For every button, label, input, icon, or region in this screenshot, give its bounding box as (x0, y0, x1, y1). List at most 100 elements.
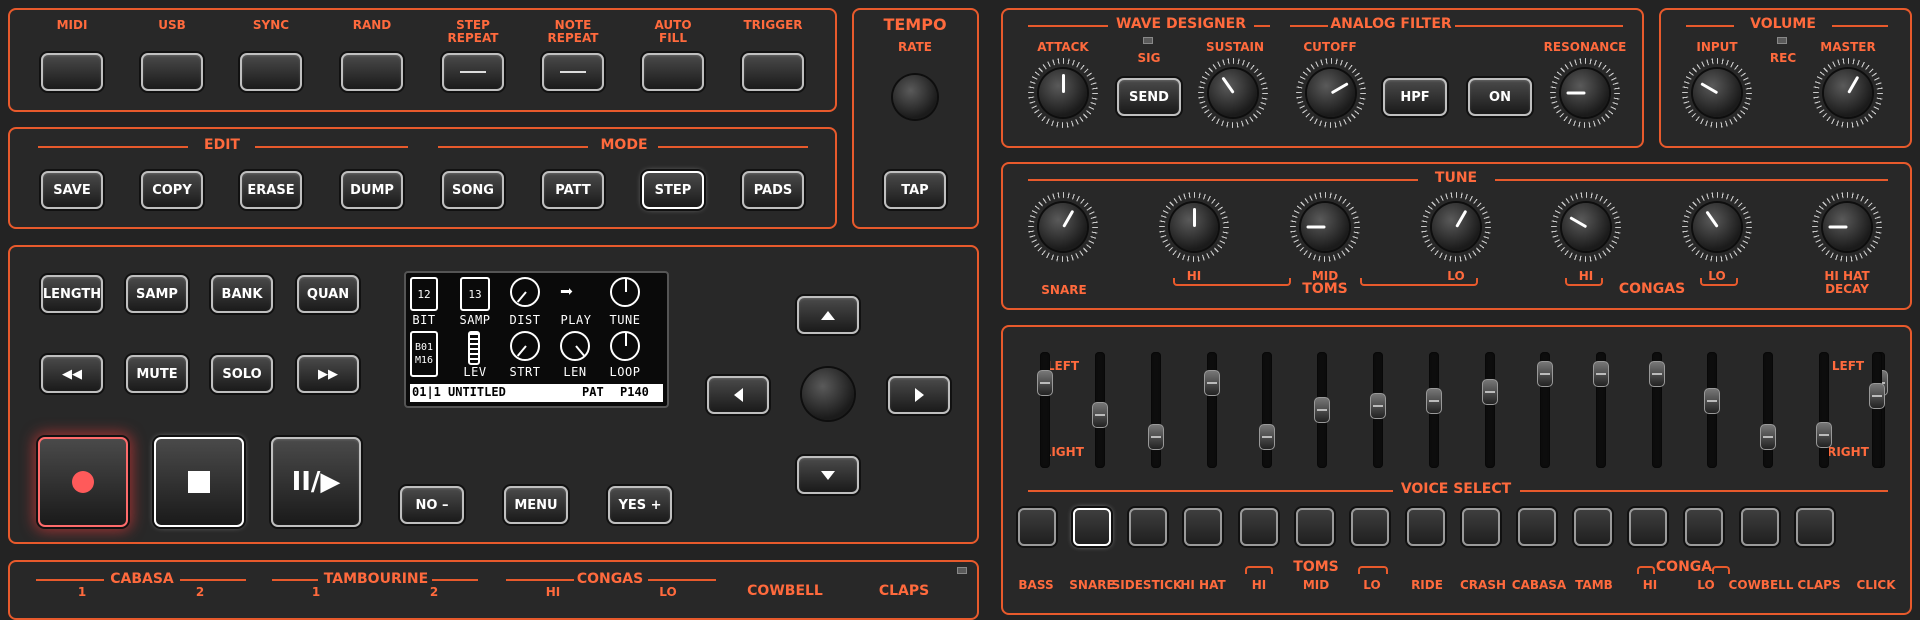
hpf-button[interactable]: HPF (1383, 78, 1447, 116)
voice-pad[interactable] (1462, 508, 1500, 546)
voice-pad[interactable] (1685, 508, 1723, 546)
pan-fader-cap[interactable] (1482, 379, 1498, 405)
top-button-2[interactable] (240, 53, 302, 91)
top-button-1[interactable] (141, 53, 203, 91)
stop-button[interactable] (154, 437, 244, 527)
voice-pad[interactable] (1518, 508, 1556, 546)
toms-voice-bracket-left (1245, 566, 1273, 574)
voice-pad[interactable] (1351, 508, 1389, 546)
copy-button[interactable]: COPY (141, 171, 203, 209)
tap-button[interactable]: TAP (884, 171, 946, 209)
pan-fader-cap[interactable] (1148, 424, 1164, 450)
conga-voice-bracket-right (1712, 566, 1730, 574)
send-button[interactable]: SEND (1117, 78, 1181, 116)
voice-pad[interactable] (1240, 508, 1278, 546)
sustain-knob[interactable] (1198, 58, 1268, 128)
no-button[interactable]: NO – (400, 486, 464, 524)
play-label: PLAY (560, 313, 592, 327)
voice-pad[interactable] (1129, 508, 1167, 546)
voice-pad[interactable] (1296, 508, 1334, 546)
pan-fader-cap[interactable] (1593, 361, 1609, 387)
congas-bracket-left (1565, 278, 1603, 286)
top-button-3[interactable] (341, 53, 403, 91)
pan-fader-cap[interactable] (1204, 370, 1220, 396)
edit-divider-right (255, 146, 408, 148)
rec-led (1777, 37, 1787, 44)
top-button-5[interactable] (542, 53, 604, 91)
resonance-knob[interactable] (1550, 58, 1620, 128)
top-button-4[interactable] (442, 53, 504, 91)
input-knob[interactable] (1682, 58, 1752, 128)
rewind-button[interactable]: ◀◀ (41, 355, 103, 393)
mode-section-label: MODE (600, 137, 648, 153)
toms-bracket-left (1173, 278, 1291, 286)
top-button-6[interactable] (642, 53, 704, 91)
top-button-0[interactable] (41, 53, 103, 91)
nav-right-button[interactable] (888, 376, 950, 414)
wave-line-left (1028, 25, 1108, 27)
pan-fader-track (1037, 352, 1053, 468)
toms-hi-tune-knob[interactable] (1159, 192, 1229, 262)
attack-knob[interactable] (1028, 58, 1098, 128)
strt-dial (510, 331, 540, 361)
pan-fader-cap[interactable] (1537, 361, 1553, 387)
voice-pad[interactable] (1018, 508, 1056, 546)
voice-pad[interactable] (1574, 508, 1612, 546)
voice-pad[interactable] (1741, 508, 1779, 546)
master-knob[interactable] (1813, 58, 1883, 128)
pan-fader-track (1426, 352, 1442, 468)
voice-pad[interactable] (1184, 508, 1222, 546)
toms-lo-tune-knob[interactable] (1421, 192, 1491, 262)
nav-down-button[interactable] (797, 456, 859, 494)
congas-hi-tune-knob[interactable] (1551, 192, 1621, 262)
pan-fader-track (1148, 352, 1164, 468)
voice-pad[interactable] (1073, 508, 1111, 546)
voice-label: CLICK (1856, 578, 1896, 592)
samp-button[interactable]: SAMP (126, 275, 188, 313)
mute-button[interactable]: MUTE (126, 355, 188, 393)
bank-button[interactable]: BANK (211, 275, 273, 313)
pan-fader-cap[interactable] (1037, 370, 1053, 396)
voice-pad[interactable] (1629, 508, 1667, 546)
pan-fader-cap[interactable] (1704, 388, 1720, 414)
voice-pad[interactable] (1796, 508, 1834, 546)
congas-lo-tune-knob[interactable] (1682, 192, 1752, 262)
solo-button[interactable]: SOLO (211, 355, 273, 393)
top-button-7[interactable] (742, 53, 804, 91)
rate-knob[interactable] (886, 68, 944, 126)
fast-forward-button[interactable]: ▶▶ (297, 355, 359, 393)
pause-play-button[interactable]: II/▶ (271, 437, 361, 527)
pan-fader-cap[interactable] (1259, 424, 1275, 450)
step-button[interactable]: STEP (642, 171, 704, 209)
cutoff-knob[interactable] (1296, 58, 1366, 128)
length-button[interactable]: LENGTH (41, 275, 103, 313)
toms-mid-tune-knob[interactable] (1290, 192, 1360, 262)
save-button[interactable]: SAVE (41, 171, 103, 209)
pan-fader-cap[interactable] (1426, 388, 1442, 414)
menu-button[interactable]: MENU (504, 486, 568, 524)
dump-button[interactable]: DUMP (341, 171, 403, 209)
nav-left-button[interactable] (707, 376, 769, 414)
record-button[interactable] (38, 437, 128, 527)
pan-fader-cap[interactable] (1314, 397, 1330, 423)
nav-up-button[interactable] (797, 296, 859, 334)
song-button[interactable]: SONG (442, 171, 504, 209)
pan-fader-cap[interactable] (1760, 424, 1776, 450)
quan-button[interactable]: QUAN (297, 275, 359, 313)
pan-fader-cap[interactable] (1370, 393, 1386, 419)
pads-button[interactable]: PADS (742, 171, 804, 209)
hihat-decay-knob[interactable] (1812, 192, 1882, 262)
filter-on-button[interactable]: ON (1468, 78, 1532, 116)
pan-fader-cap[interactable] (1092, 402, 1108, 428)
yes-button[interactable]: YES + (608, 486, 672, 524)
resonance-label: RESONANCE (1543, 40, 1627, 54)
snare-tune-knob[interactable] (1028, 192, 1098, 262)
pan-fader-cap[interactable] (1649, 361, 1665, 387)
erase-button[interactable]: ERASE (240, 171, 302, 209)
voice-pad[interactable] (1407, 508, 1445, 546)
pan-fader-cap[interactable] (1869, 383, 1885, 409)
pan-fader-cap[interactable] (1816, 422, 1832, 448)
patt-button[interactable]: PATT (542, 171, 604, 209)
tambourine-line-left (272, 579, 318, 581)
data-encoder[interactable] (798, 364, 858, 424)
